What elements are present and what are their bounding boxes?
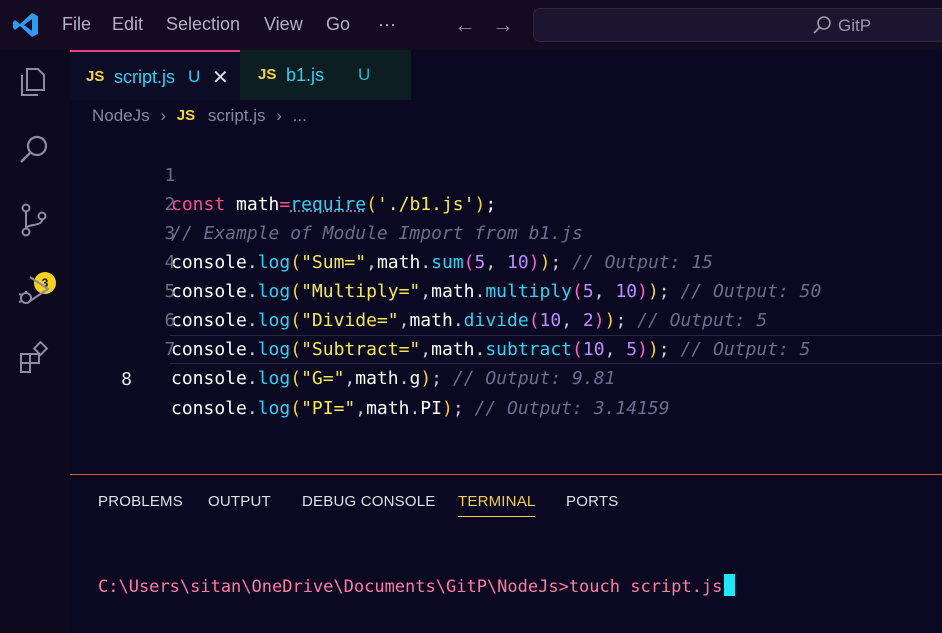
code-line[interactable]: 5 console.log("Divide=",math.divide(10, …: [70, 248, 942, 331]
code-line-current[interactable]: 8 console.log("PI=",math.PI); // Output:…: [121, 335, 942, 419]
code-text: console.log("G=",math.g); // Output: 9.8…: [171, 368, 616, 389]
code-line[interactable]: 6 console.log("Subtract=",math.subtract(…: [70, 277, 942, 360]
code-editor[interactable]: 1 const math=require('./b1.js'); 2 // Ex…: [70, 132, 942, 472]
js-file-icon: JS: [176, 107, 196, 125]
menu-more[interactable]: ···: [378, 14, 396, 35]
activity-bar: 3: [0, 50, 70, 633]
tab-script-js[interactable]: JS script.js U ✕: [70, 50, 240, 100]
tab-problems[interactable]: PROBLEMS: [98, 493, 183, 510]
bottom-panel: PROBLEMS OUTPUT DEBUG CONSOLE TERMINAL P…: [70, 474, 942, 633]
terminal-cursor: [724, 574, 736, 596]
tab-output[interactable]: OUTPUT: [208, 493, 271, 510]
code-line[interactable]: 4 console.log("Multiply=",math.multiply(…: [70, 219, 942, 302]
menu-file[interactable]: File: [62, 14, 91, 35]
close-icon[interactable]: ✕: [212, 65, 229, 90]
search-icon: [813, 16, 831, 34]
terminal-line[interactable]: C:\Users\sitan\OneDrive\Documents\GitP\N…: [98, 574, 736, 597]
run-debug-icon[interactable]: [16, 272, 52, 308]
menu-go[interactable]: Go: [326, 14, 350, 35]
title-bar: File Edit Selection View Go ··· ← → GitP: [0, 0, 942, 50]
tab-debug-console[interactable]: DEBUG CONSOLE: [302, 493, 435, 510]
code-line[interactable]: 3 console.log("Sum=",math.sum(5, 10)); /…: [70, 190, 942, 273]
code-line[interactable]: 2 // Example of Module Import from b1.js: [70, 161, 942, 244]
line-number: 8: [121, 369, 132, 390]
search-text: GitP: [838, 16, 872, 35]
code-text: console.log("PI=",math.PI); // Output: 3…: [171, 398, 670, 419]
explorer-icon[interactable]: [16, 64, 52, 100]
source-control-icon[interactable]: [16, 202, 52, 238]
code-line[interactable]: 1 const math=require('./b1.js');: [70, 132, 942, 215]
terminal-prompt: C:\Users\sitan\OneDrive\Documents\GitP\N…: [98, 577, 569, 597]
menu-edit[interactable]: Edit: [112, 14, 143, 35]
line-number: 7: [164, 339, 176, 360]
extensions-icon[interactable]: [16, 340, 52, 376]
tab-ports[interactable]: PORTS: [566, 493, 618, 510]
tab-label: script.js: [114, 67, 176, 87]
chevron-right-icon: ›: [160, 105, 167, 125]
command-center-search[interactable]: GitP: [533, 8, 942, 42]
code-line[interactable]: 7 console.log("G=",math.g); // Output: 9…: [70, 306, 942, 389]
vscode-logo-icon[interactable]: [12, 11, 40, 39]
menu-view[interactable]: View: [264, 14, 303, 35]
untracked-status: U: [188, 67, 201, 86]
breadcrumb-file[interactable]: script.js: [208, 106, 266, 126]
back-arrow-icon[interactable]: ←: [454, 12, 476, 38]
tab-b1-js[interactable]: JS b1.js U: [240, 50, 411, 100]
forward-arrow-icon[interactable]: →: [492, 12, 514, 38]
tab-terminal[interactable]: TERMINAL: [458, 493, 536, 517]
untracked-status: U: [358, 65, 371, 84]
breadcrumb: NodeJs › JS script.js › ...: [92, 105, 307, 129]
chevron-right-icon: ›: [276, 105, 282, 125]
menu-selection[interactable]: Selection: [166, 14, 240, 35]
terminal-command: touch script.js: [568, 577, 723, 597]
tab-label: b1.js: [286, 65, 325, 85]
js-file-icon: JS: [258, 66, 277, 83]
breadcrumb-more[interactable]: ...: [293, 106, 307, 126]
editor-tab-bar: JS script.js U ✕ JS b1.js U: [70, 50, 942, 100]
search-icon[interactable]: [16, 132, 52, 168]
breadcrumb-folder[interactable]: NodeJs: [92, 106, 150, 126]
js-file-icon: JS: [86, 68, 105, 85]
